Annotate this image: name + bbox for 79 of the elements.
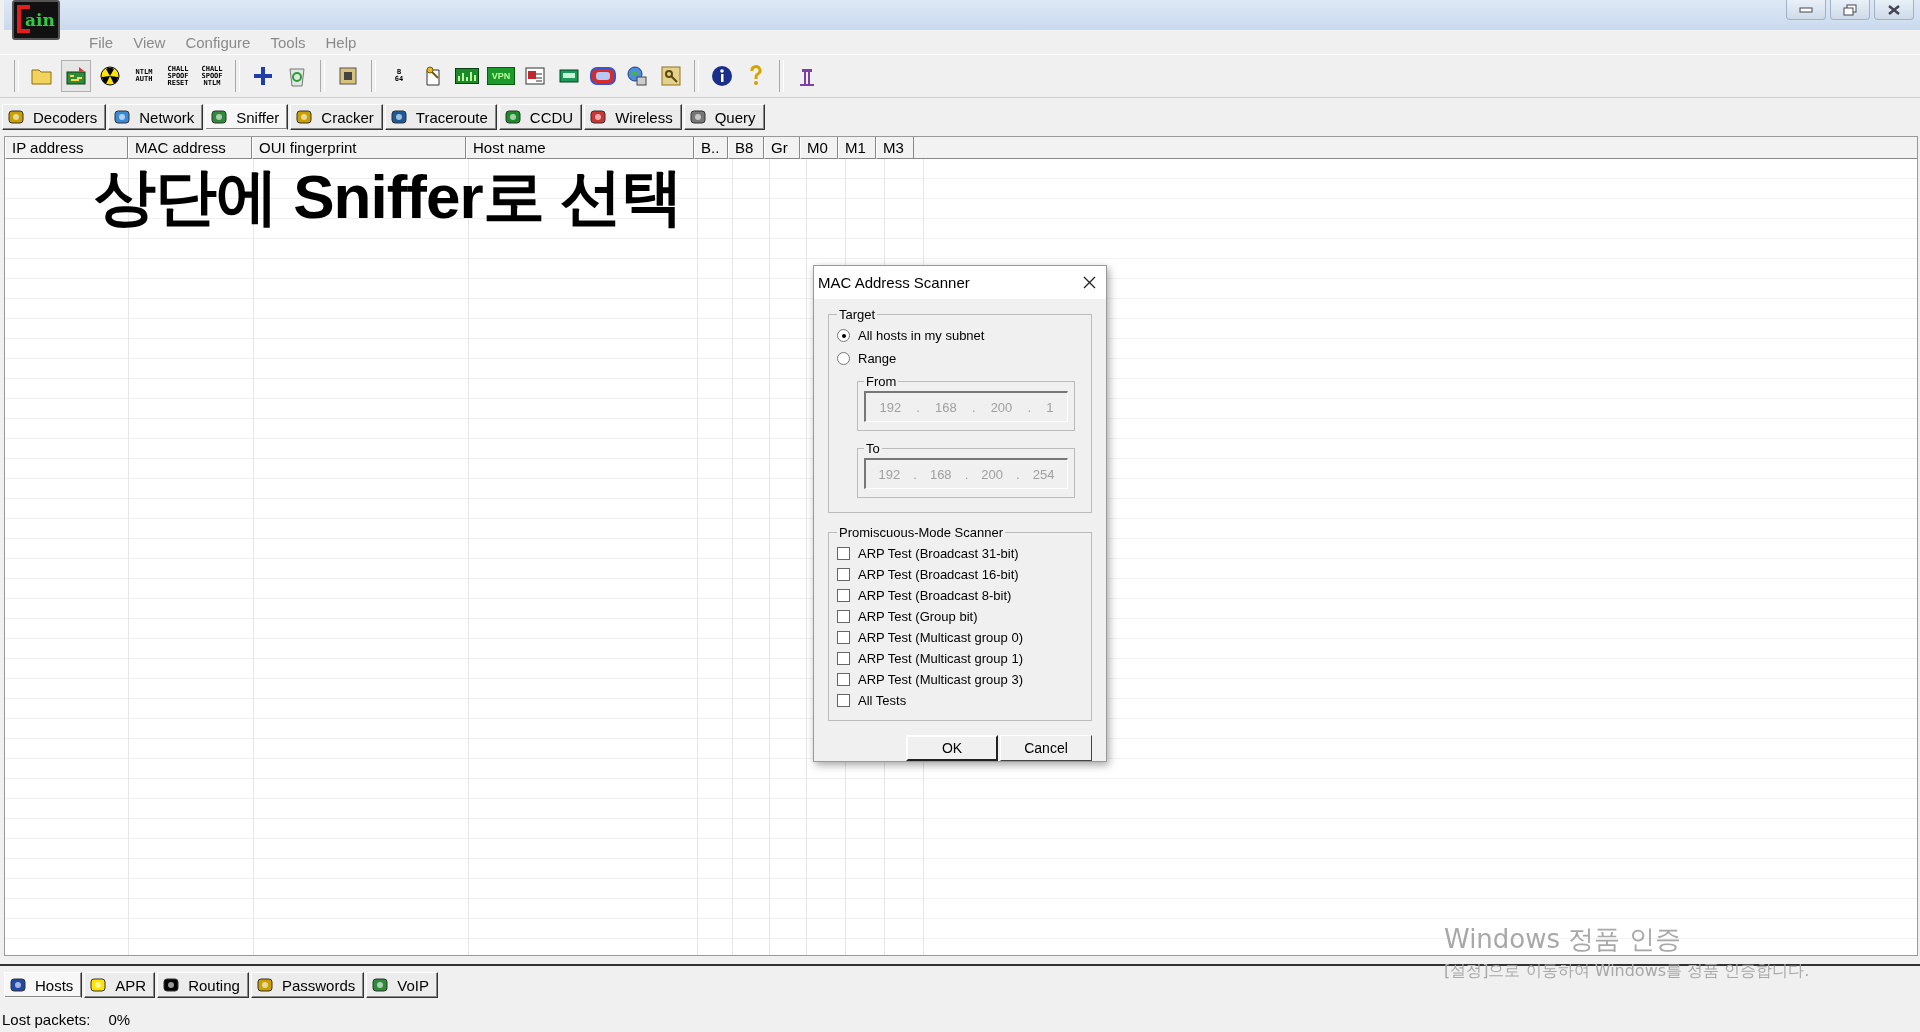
checkbox[interactable]: [837, 568, 850, 581]
tab[interactable]: APR: [84, 972, 156, 998]
restore-icon: [1843, 3, 1857, 16]
close-button[interactable]: [1874, 0, 1914, 20]
bottom-tab-icon: [255, 976, 274, 994]
capsule-icon: [590, 67, 616, 85]
tab-icon: [503, 108, 522, 126]
tab-icon: [210, 108, 229, 126]
chip-icon: [338, 66, 358, 86]
tab[interactable]: Network: [108, 104, 204, 130]
option-label: ARP Test (Multicast group 0): [858, 630, 1023, 645]
group-label: To: [865, 441, 881, 456]
option-label: All hosts in my subnet: [858, 328, 985, 343]
option-label: All Tests: [858, 693, 907, 708]
tab[interactable]: Cracker: [290, 104, 383, 130]
annotation-caption: 상단에 Sniffer로 선택: [94, 164, 682, 230]
checkbox[interactable]: [837, 610, 850, 623]
option-label: ARP Test (Multicast group 1): [858, 651, 1023, 666]
tab[interactable]: Passwords: [250, 972, 365, 998]
globe-computer-icon: [626, 65, 648, 87]
tab-icon: [589, 108, 608, 126]
option-label: ARP Test (Broadcast 16-bit): [858, 567, 1019, 582]
tab[interactable]: Traceroute: [384, 104, 497, 130]
radio-button[interactable]: [837, 329, 850, 342]
close-icon: [1083, 276, 1096, 289]
dialog-close-button[interactable]: [1083, 276, 1096, 289]
checkbox[interactable]: [837, 631, 850, 644]
tab[interactable]: VoIP: [366, 972, 438, 998]
recycle-bin-icon: [287, 65, 307, 87]
tab[interactable]: CCDU: [498, 104, 583, 130]
close-icon: [1887, 3, 1901, 16]
option-label: ARP Test (Broadcast 8-bit): [858, 588, 1012, 603]
option-label: ARP Test (Multicast group 3): [858, 672, 1023, 687]
minimize-icon: [1799, 6, 1813, 13]
option-label: Range: [858, 351, 897, 366]
circuit-board-icon: [65, 66, 87, 86]
key-note-icon: [423, 65, 443, 87]
tab-icon: [389, 108, 408, 126]
chart-icon: [455, 68, 479, 84]
checkbox[interactable]: [837, 652, 850, 665]
bottom-tab-icon: [9, 976, 27, 994]
folder-icon: [31, 67, 53, 85]
tab-icon: [113, 108, 132, 126]
option-label: ARP Test (Broadcast 31-bit): [858, 546, 1019, 561]
activation-message: [설정]으로 이동하여 Windows를 정품 인증합니다.: [1444, 961, 1810, 982]
checkbox[interactable]: [837, 589, 850, 602]
question-icon: [749, 65, 763, 87]
checkbox[interactable]: [837, 694, 850, 707]
plus-icon: [253, 66, 273, 86]
checkbox[interactable]: [837, 673, 850, 686]
group-label: From: [865, 374, 898, 389]
status-label: Lost packets:: [2, 1010, 91, 1028]
bottom-tab-icon: [162, 976, 181, 994]
minimize-button[interactable]: [1786, 0, 1826, 20]
tab[interactable]: Wireless: [584, 104, 682, 130]
status-value: 0%: [108, 1010, 131, 1028]
radio-button[interactable]: [837, 352, 850, 365]
dialog-button[interactable]: Cancel: [1000, 735, 1092, 761]
tab[interactable]: Decoders: [2, 104, 107, 130]
app-logo: ain: [12, 0, 60, 40]
bottom-tab-icon: [371, 976, 390, 994]
option-label: ARP Test (Group bit): [858, 609, 978, 624]
card-icon: [559, 68, 579, 84]
tab[interactable]: Routing: [157, 972, 249, 998]
radiation-icon: [100, 66, 120, 86]
activation-title: Windows 정품 인증: [1444, 923, 1682, 956]
tab-icon: [295, 108, 314, 126]
tab[interactable]: Sniffer: [205, 104, 289, 130]
group-label: Target: [838, 307, 877, 322]
dialog-button[interactable]: OK: [906, 735, 998, 761]
dialog-title: MAC Address Scanner: [818, 274, 970, 291]
checkbox[interactable]: [837, 547, 850, 560]
info-icon: [711, 65, 733, 87]
group-label: Promiscuous-Mode Scanner: [838, 525, 1005, 540]
tab-icon: [7, 108, 25, 126]
tab[interactable]: Query: [683, 104, 765, 130]
bottom-tab-icon: [89, 976, 108, 994]
tab[interactable]: Hosts: [4, 972, 83, 998]
tab-icon: [688, 108, 707, 126]
